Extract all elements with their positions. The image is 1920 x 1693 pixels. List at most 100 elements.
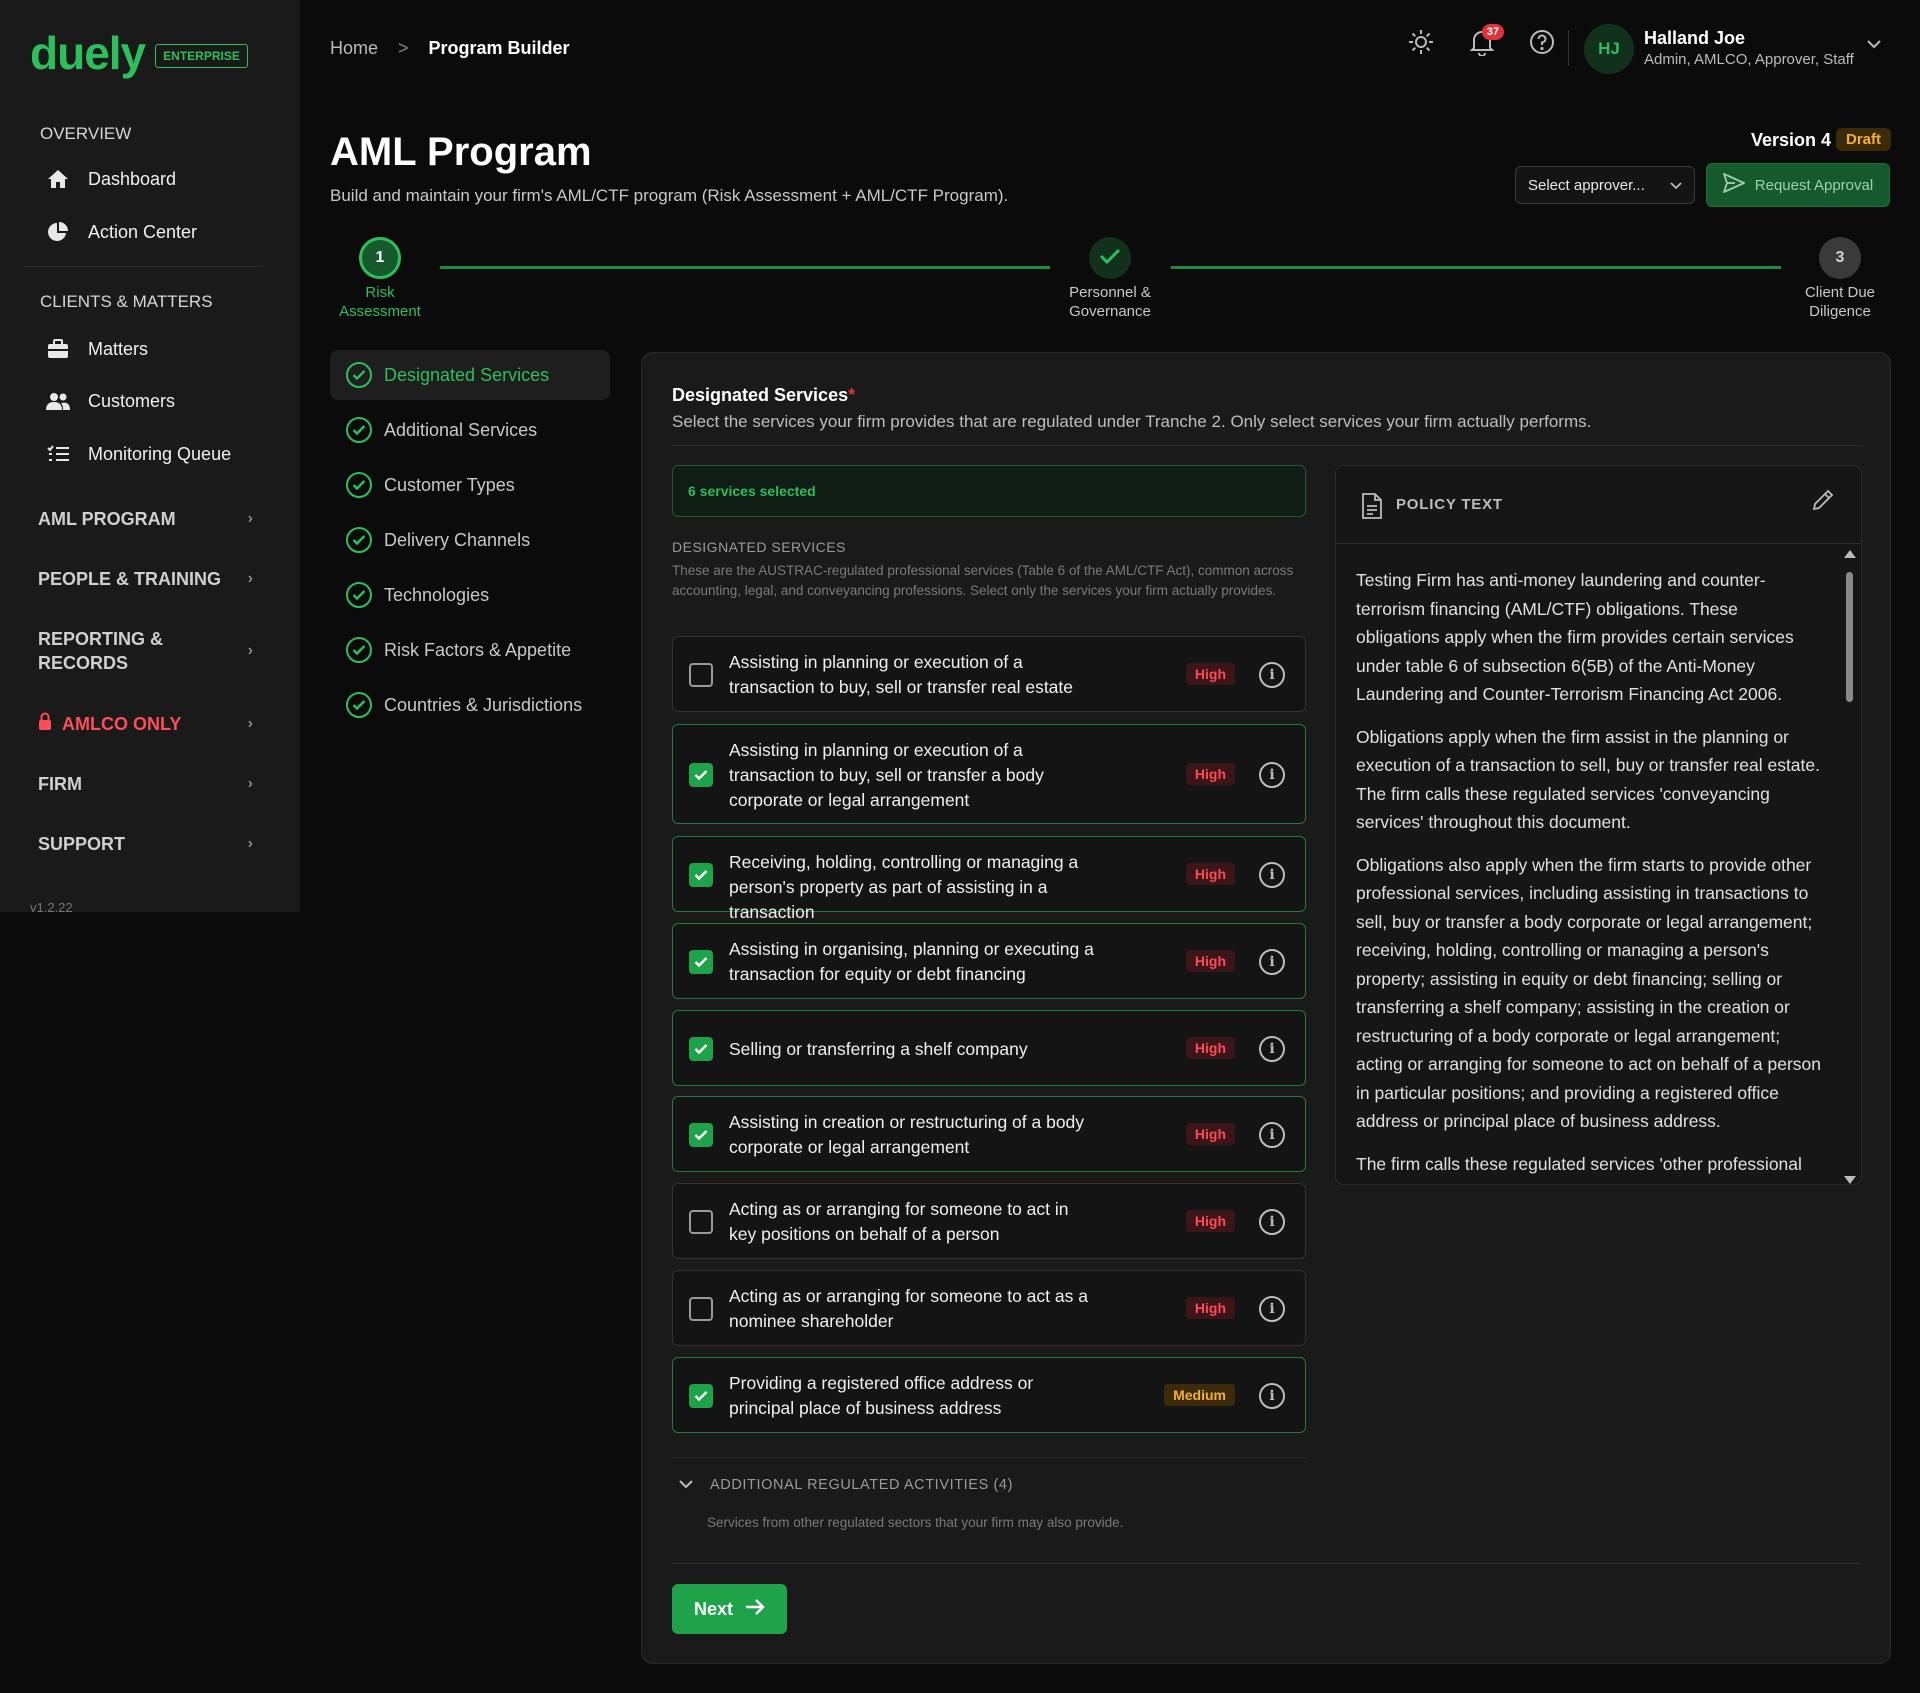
nav-group-reporting-records[interactable]: REPORTING & RECORDS › [38,627,253,675]
service-checkbox[interactable] [689,1384,713,1408]
notifications-button[interactable]: 37 [1466,24,1504,60]
chevron-down-icon [678,1477,694,1493]
subnav-item[interactable]: Risk Factors & Appetite [330,625,610,675]
service-option[interactable]: Selling or transferring a shelf company H… [672,1010,1306,1086]
step-1-indicator[interactable]: 1 [359,237,401,279]
service-option[interactable]: Providing a registered office address or… [672,1357,1306,1433]
next-button[interactable]: Next [672,1584,787,1634]
info-icon[interactable]: i [1259,762,1285,788]
info-icon[interactable]: i [1259,1296,1285,1322]
service-option[interactable]: Assisting in planning or execution of a … [672,636,1306,712]
service-label: Receiving, holding, controlling or manag… [729,852,1079,922]
nav-group-aml-program[interactable]: AML PROGRAM › [38,507,253,531]
step-3-indicator[interactable]: 3 [1819,237,1861,279]
info-icon[interactable]: i [1259,862,1285,888]
service-checkbox[interactable] [689,950,713,974]
check-circle-icon [346,527,372,553]
subnav-item[interactable]: Customer Types [330,460,610,510]
theme-toggle-button[interactable] [1405,28,1437,60]
subnav-item-label: Delivery Channels [384,529,531,550]
section-description: Select the services your firm provides t… [672,412,1592,431]
subnav-item[interactable]: Delivery Channels [330,515,610,565]
info-icon[interactable]: i [1259,1209,1285,1235]
nav-group-people-training[interactable]: PEOPLE & TRAINING › [38,567,253,591]
subnav-item-label: Technologies [384,584,490,605]
step-2-indicator[interactable] [1089,237,1131,279]
info-icon[interactable]: i [1259,1036,1285,1062]
service-checkbox[interactable] [689,1297,713,1321]
nav-item-matters[interactable]: Matters [46,338,148,360]
nav-item-action-center[interactable]: Action Center [46,221,197,243]
service-option[interactable]: Acting as or arranging for someone to ac… [672,1183,1306,1259]
policy-paragraph: Obligations apply when the firm assist i… [1356,726,1820,833]
edit-pencil-icon[interactable] [1811,488,1835,517]
step-2-label[interactable]: Personnel & Governance [1050,283,1170,321]
service-option[interactable]: Receiving, holding, controlling or manag… [672,836,1306,922]
service-label: Acting as or arranging for someone to ac… [729,1286,1088,1331]
info-icon[interactable]: i [1259,1122,1285,1148]
approver-select[interactable]: Select approver... [1515,166,1695,204]
logo[interactable]: duely ENTERPRISE [30,28,248,78]
subnav-item[interactable]: Technologies [330,570,610,620]
check-icon [1099,247,1121,270]
policy-scrollbar[interactable] [1843,550,1857,1184]
scroll-thumb[interactable] [1846,572,1853,702]
service-checkbox[interactable] [689,763,713,787]
scroll-up-arrow-icon[interactable] [1844,550,1856,558]
service-option[interactable]: Assisting in planning or execution of a … [672,724,1306,824]
info-icon[interactable]: i [1259,949,1285,975]
info-icon[interactable]: i [1259,1383,1285,1409]
avatar[interactable]: HJ [1584,24,1634,74]
subnav-item-label: Countries & Jurisdictions [384,694,583,715]
service-checkbox[interactable] [689,663,713,687]
service-option[interactable]: Assisting in creation or restructuring o… [672,1096,1306,1172]
nav-item-dashboard[interactable]: Dashboard [46,168,176,190]
check-circle-icon [346,472,372,498]
risk-badge: High [1185,950,1235,972]
scroll-down-arrow-icon[interactable] [1844,1176,1856,1184]
breadcrumb-home[interactable]: Home [330,38,378,59]
service-label: Assisting in planning or execution of a … [729,652,1074,697]
page-subtitle: Build and maintain your firm's AML/CTF p… [330,186,1009,205]
policy-paragraph: Testing Firm has anti-money laundering a… [1356,570,1794,704]
section-title-text: Designated Services [672,385,849,405]
service-option[interactable]: Acting as or arranging for someone to ac… [672,1270,1306,1346]
nav-divider [24,266,262,267]
service-option[interactable]: Assisting in organising, planning or exe… [672,923,1306,999]
nav-item-customers[interactable]: Customers [46,390,175,412]
info-icon[interactable]: i [1259,662,1285,688]
step-label-line: Assessment [339,303,421,320]
service-checkbox[interactable] [689,863,713,887]
additional-activities-heading: ADDITIONAL REGULATED ACTIVITIES (4) [710,1477,1013,1493]
nav-group-label: AML PROGRAM [38,509,176,529]
nav-group-label: PEOPLE & TRAINING [38,569,222,589]
step-1-label[interactable]: Risk Assessment [320,283,440,321]
nav-group-support[interactable]: SUPPORT › [38,832,253,856]
help-button[interactable] [1526,28,1558,60]
required-mark: * [848,385,856,405]
sidebar: duely ENTERPRISE OVERVIEW Dashboard Acti… [0,0,300,915]
request-approval-button[interactable]: Request Approval [1706,163,1890,207]
user-menu-chevron-icon[interactable] [1866,36,1882,54]
service-checkbox[interactable] [689,1210,713,1234]
service-checkbox[interactable] [689,1037,713,1061]
subnav-item[interactable]: Countries & Jurisdictions [330,680,610,730]
briefcase-icon [46,338,70,360]
additional-activities-toggle[interactable]: ADDITIONAL REGULATED ACTIVITIES (4) [678,1477,1013,1493]
footer-divider [672,1563,1862,1564]
step-3-label[interactable]: Client Due Diligence [1780,283,1900,321]
chevron-right-icon: › [247,570,253,587]
user-name[interactable]: Halland Joe [1644,28,1745,49]
service-label: Assisting in creation or restructuring o… [729,1112,1085,1157]
nav-group-firm[interactable]: FIRM › [38,772,253,796]
nav-group-amlco-only[interactable]: AMLCO ONLY › [38,712,253,736]
subnav-item[interactable]: Designated Services [330,350,610,400]
risk-badge: High [1185,1297,1235,1319]
selected-count-banner: 6 services selected [672,465,1306,517]
subnav-item[interactable]: Additional Services [330,405,610,455]
nav-item-monitoring-queue[interactable]: Monitoring Queue [46,443,231,465]
service-label: Assisting in planning or execution of a … [729,739,1044,810]
service-checkbox[interactable] [689,1123,713,1147]
chevron-right-icon: › [247,642,253,659]
service-label: Providing a registered office address or… [729,1373,1034,1418]
